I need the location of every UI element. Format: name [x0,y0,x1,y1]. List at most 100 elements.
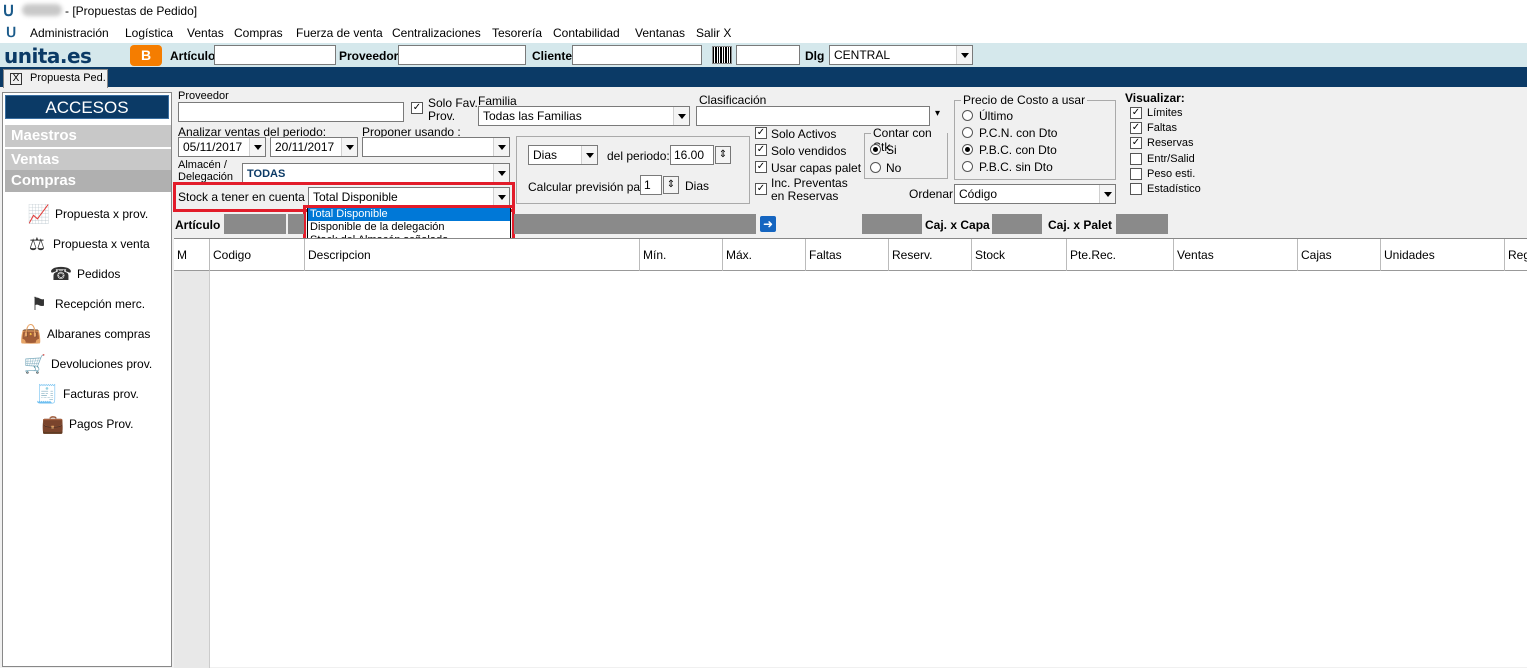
inc-preventas-label: Inc. Preventas en Reservas [771,176,848,203]
blogger-icon[interactable]: B [130,45,162,66]
limites-checkbox[interactable]: ✓ [1130,107,1142,119]
chevron-down-icon[interactable] [581,146,597,164]
proveedor-search-input[interactable] [398,45,526,65]
precio-pbc-sin-radio[interactable] [962,161,973,172]
calcular-input[interactable]: 1 [640,175,662,195]
calendar-dropdown-icon[interactable] [249,138,265,156]
familia-select[interactable]: Todas las Familias [478,106,690,126]
calcular-spinner-icon[interactable]: ⇕ [663,176,679,194]
solo-activos-checkbox[interactable]: ✓ [755,127,767,139]
sidebar-item-propuesta-venta[interactable]: ⚖ Propuesta x venta [25,232,150,256]
col-m[interactable]: M [174,239,210,271]
articulo-search-input[interactable] [214,45,336,65]
menu-tesoreria[interactable]: Tesorería [492,26,542,40]
entr-salid-checkbox[interactable] [1130,153,1142,165]
tab-label: Propuesta Ped. [30,72,106,84]
solo-vendidos-label: Solo vendidos [771,144,847,158]
fecha-desde-select[interactable]: 05/11/2017 [178,137,266,157]
col-max[interactable]: Máx. [723,239,806,271]
precio-ultimo-radio[interactable] [962,110,973,121]
col-reserv[interactable]: Reserv. [889,239,972,271]
close-icon[interactable]: X [10,73,22,85]
fecha-hasta-select[interactable]: 20/11/2017 [270,137,358,157]
menu-contabilidad[interactable]: Contabilidad [553,26,620,40]
inc-preventas-checkbox[interactable]: ✓ [755,183,767,195]
dlg-select[interactable]: CENTRAL [829,45,973,65]
sidebar-item-albaranes[interactable]: 👜 Albaranes compras [19,322,151,346]
periodo-input[interactable]: 16.00 [670,145,714,165]
precio-pcn-label: P.C.N. con Dto [979,126,1058,140]
grid-row-header-column [174,271,210,668]
peso-esti-checkbox[interactable] [1130,168,1142,180]
proposal-grid[interactable]: M Codigo Descripcion Mín. Máx. Faltas Re… [174,238,1527,668]
solo-fav-checkbox[interactable]: ✓ [411,102,423,114]
sidebar-item-pagos[interactable]: 💼 Pagos Prov. [41,412,134,436]
col-pte-rec[interactable]: Pte.Rec. [1067,239,1174,271]
familia-value: Todas las Familias [483,109,582,123]
menu-compras[interactable]: Compras [234,26,283,40]
ordenar-select[interactable]: Código [954,184,1116,204]
dias-value: Dias [533,148,558,162]
sidebar-item-facturas[interactable]: 🧾 Facturas prov. [35,382,139,406]
periodo-spinner-icon[interactable]: ⇕ [715,146,731,164]
chevron-down-icon[interactable] [673,107,689,125]
sidebar-section-ventas[interactable]: Ventas [5,149,171,171]
menu-ventanas[interactable]: Ventanas [635,26,685,40]
sidebar-item-label: Devoluciones prov. [51,357,153,371]
chevron-down-icon[interactable] [493,138,509,156]
phone-icon: ☎ [49,264,73,284]
reservas-checkbox[interactable]: ✓ [1130,137,1142,149]
contar-si-radio[interactable] [870,144,881,155]
clasificacion-input[interactable] [696,106,930,126]
col-unidades[interactable]: Unidades [1381,239,1505,271]
precio-pcn-radio[interactable] [962,127,973,138]
contar-no-radio[interactable] [870,162,881,173]
menu-logistica[interactable]: Logística [125,26,173,40]
menu-administracion[interactable]: Administración [30,26,109,40]
ordenar-value: Código [959,187,998,201]
calendar-dropdown-icon[interactable] [341,138,357,156]
articulo-bar-label: Artículo [175,218,221,232]
estadistico-checkbox[interactable] [1130,183,1142,195]
clasificacion-arrow-icon[interactable]: ▾ [935,108,940,119]
entr-salid-label: Entr/Salid [1147,153,1195,165]
sidebar-section-compras[interactable]: Compras [5,170,171,192]
col-faltas[interactable]: Faltas [806,239,889,271]
menu-centralizaciones[interactable]: Centralizaciones [392,26,481,40]
menu-salir[interactable]: Salir X [696,26,731,40]
chevron-down-icon[interactable] [956,46,972,64]
col-stock[interactable]: Stock [972,239,1067,271]
almacen-label: Almacén / Delegación [178,159,234,183]
faltas-checkbox[interactable]: ✓ [1130,122,1142,134]
almacen-select[interactable]: TODAS [242,163,510,183]
barcode-input[interactable] [736,45,800,65]
proponer-select[interactable] [362,137,510,157]
menu-ventas[interactable]: Ventas [187,26,224,40]
chevron-down-icon[interactable] [493,164,509,182]
reservas-label: Reservas [1147,137,1194,149]
solo-vendidos-checkbox[interactable]: ✓ [755,144,767,156]
col-cajas[interactable]: Cajas [1298,239,1381,271]
usar-capas-checkbox[interactable]: ✓ [755,161,767,173]
col-reg[interactable]: Reg [1505,239,1527,271]
cliente-search-input[interactable] [572,45,702,65]
col-descripcion[interactable]: Descripcion [305,239,640,271]
sidebar-item-recepcion[interactable]: ⚑ Recepción merc. [27,292,145,316]
sidebar-item-devoluciones[interactable]: 🛒 Devoluciones prov. [23,352,152,376]
col-min[interactable]: Mín. [640,239,723,271]
calcular-label: Calcular previsión para [528,180,651,194]
dias-select[interactable]: Dias [528,145,598,165]
chevron-down-icon[interactable] [1099,185,1115,203]
tab-propuesta-ped[interactable]: X Propuesta Ped. [3,69,108,88]
sidebar-section-maestros[interactable]: Maestros [5,125,171,147]
go-arrow-icon[interactable]: ➜ [760,216,776,232]
barcode-icon[interactable] [712,46,732,64]
menu-fuerza-de-venta[interactable]: Fuerza de venta [296,26,383,40]
precio-costo-label: Precio de Costo a usar [961,93,1088,107]
sidebar-item-pedidos[interactable]: ☎ Pedidos [49,262,121,286]
precio-pbc-con-radio[interactable] [962,144,973,155]
sidebar-item-propuesta-prov[interactable]: 📈 Propuesta x prov. [27,202,148,226]
col-ventas[interactable]: Ventas [1174,239,1298,271]
col-codigo[interactable]: Codigo [210,239,305,271]
proveedor-filter-input[interactable] [178,102,404,122]
